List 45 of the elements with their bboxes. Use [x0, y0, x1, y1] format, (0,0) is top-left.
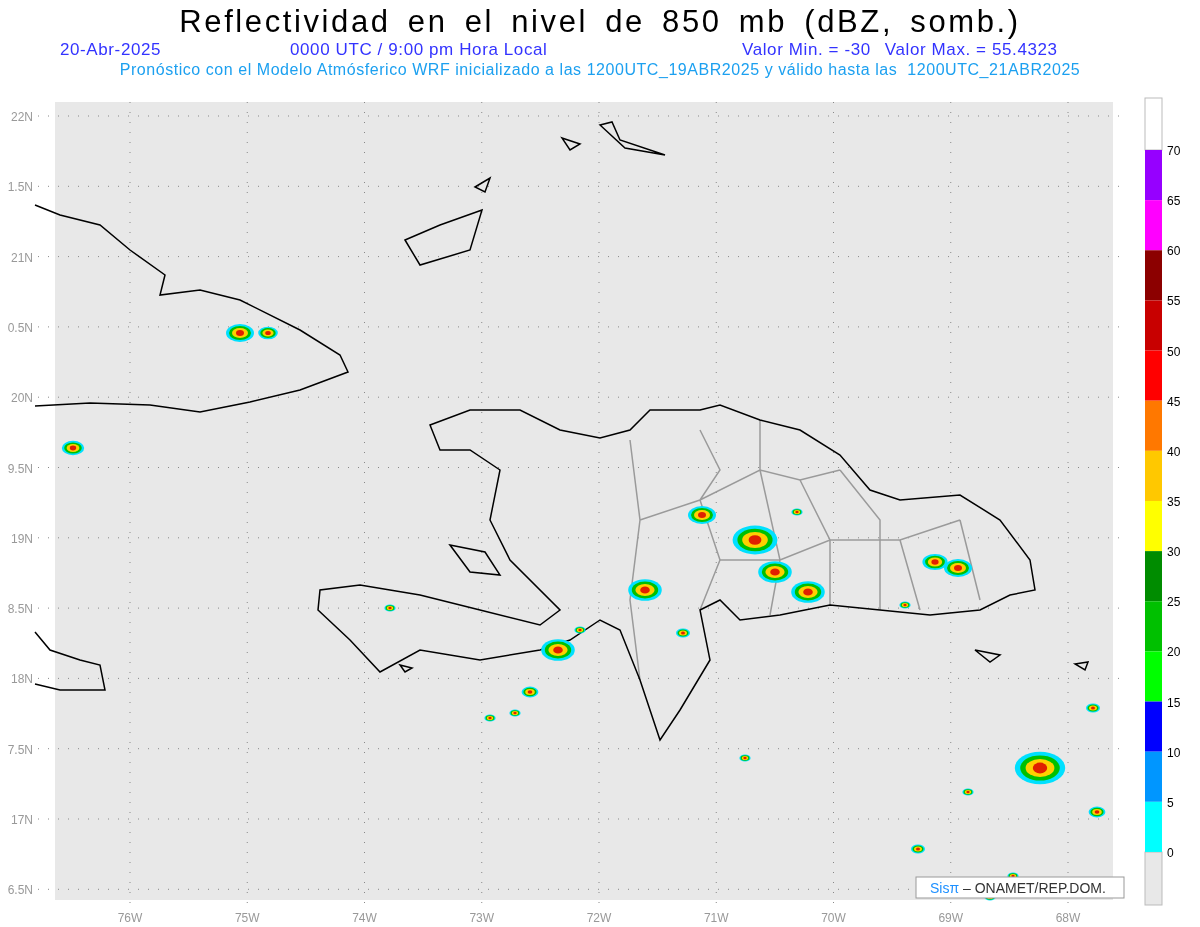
colorbar-below-bin — [1144, 851, 1163, 906]
longitude-label: 69W — [938, 911, 964, 925]
colorbar-label: 0 — [1167, 845, 1174, 860]
colorbar-label: 5 — [1167, 795, 1174, 810]
colorbar-above-bin — [1144, 97, 1163, 151]
longitude-label: 72W — [586, 911, 612, 925]
latitude-label: 0.5N — [7, 320, 33, 335]
latitude-label: 21N — [11, 250, 33, 265]
forecast-date: 20-Abr-2025 — [60, 40, 163, 60]
latitude-label: 9.5N — [7, 461, 33, 476]
colorbar-label: 50 — [1167, 344, 1181, 359]
longitude-label: 76W — [117, 911, 143, 925]
longitude-label: 73W — [469, 911, 495, 925]
latitude-label: 8.5N — [7, 602, 33, 617]
max-value: Valor Max. = 55.4323 — [884, 40, 1058, 60]
longitude-label: 71W — [703, 911, 729, 925]
latitude-label: 18N — [11, 672, 33, 687]
latitude-label: 7.5N — [7, 742, 33, 757]
colorbar-label: 40 — [1167, 444, 1181, 459]
colorbar-label: 35 — [1167, 495, 1181, 509]
longitude-label: 74W — [352, 911, 377, 925]
latitude-label: 1.5N — [7, 180, 33, 195]
colorbar-label: 25 — [1167, 595, 1181, 610]
longitude-label: 68W — [1055, 911, 1081, 925]
forecast-time: 0000 UTC / 9:00 pm Hora Local — [290, 40, 549, 60]
colorbar-label: 30 — [1167, 545, 1181, 560]
latitude-label: 19N — [11, 531, 33, 546]
longitude-label: 75W — [234, 911, 260, 925]
min-value: Valor Min. = -30 — [742, 40, 871, 60]
colorbar-label: 10 — [1167, 745, 1181, 760]
credit-label: Sisπ – ONAMET/REP.DOM. — [915, 876, 1125, 899]
colorbar-label: 15 — [1167, 695, 1181, 710]
latitude-label: 20N — [11, 391, 33, 406]
longitude-label: 70W — [821, 911, 846, 925]
latitude-label: 17N — [11, 813, 33, 827]
latitude-label: 6.5N — [7, 883, 33, 898]
colorbar-label: 65 — [1167, 194, 1181, 209]
colorbar-label: 55 — [1167, 294, 1181, 309]
map-title: Reflectividad en el nivel de 850 mb (dBZ, somb.) — [178, 4, 1022, 40]
latitude-label: 22N — [11, 110, 33, 124]
forecast-note: Pronóstico con el Modelo Atmósferico WRF inicializado a las 1200UTC_19ABR2025 y válido hasta las 1200UTC_21ABR2025 — [119, 60, 1081, 80]
colorbar-label: 70 — [1167, 144, 1181, 158]
colorbar-label: 45 — [1167, 394, 1181, 409]
colorbar-label: 20 — [1167, 645, 1181, 660]
colorbar-label: 60 — [1167, 244, 1181, 259]
